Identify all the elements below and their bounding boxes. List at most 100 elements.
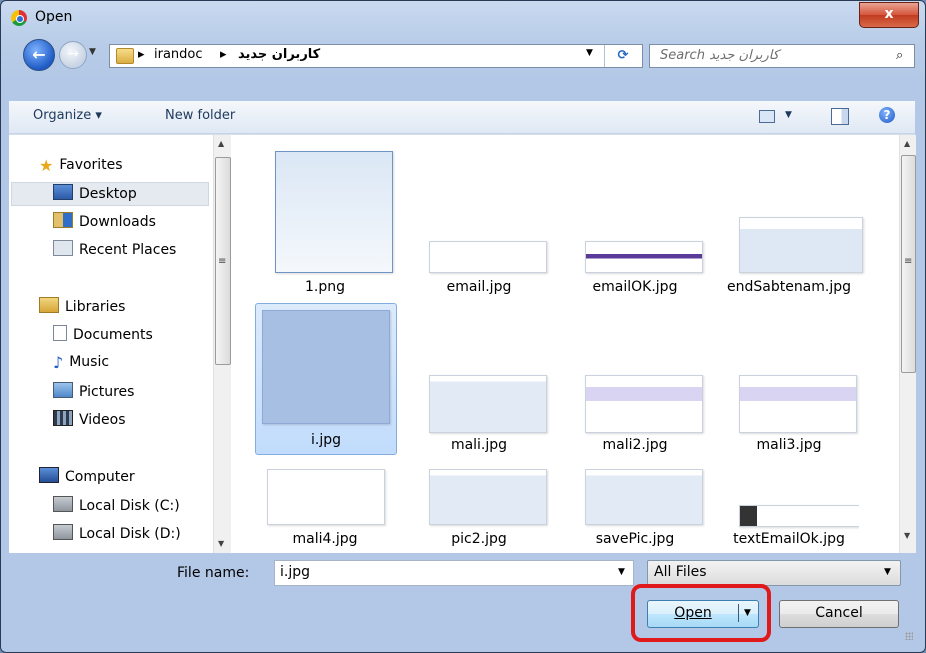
file-name-dropdown-icon[interactable]: ▼ (618, 567, 625, 577)
navigation-bar: ← → ▼ ▸ irandoc ▸ کاربران جدید ▼ ⟳ Searc… (1, 37, 925, 73)
file-name: 1.png (304, 279, 345, 295)
file-name-value: i.jpg (280, 564, 311, 580)
resize-grip-icon[interactable] (905, 632, 913, 640)
scroll-down-icon[interactable]: ▼ (218, 539, 224, 548)
file-thumbnail (739, 375, 857, 433)
file-name: textEmailOk.jpg (733, 531, 845, 547)
file-item[interactable]: pic2.jpg (409, 469, 549, 553)
person-placeholder-icon (262, 310, 390, 424)
nav-computer[interactable]: Computer (39, 467, 135, 485)
nav-item-label: Videos (79, 412, 126, 428)
file-item[interactable]: savePic.jpg (565, 469, 705, 553)
search-icon[interactable]: ⌕ (896, 48, 903, 63)
file-thumbnail (275, 151, 393, 273)
address-dropdown-icon[interactable]: ▼ (586, 48, 593, 58)
view-options-dropdown-icon[interactable]: ▼ (785, 110, 792, 120)
nav-favorites[interactable]: ★ Favorites (39, 156, 123, 175)
help-icon[interactable]: ? (879, 107, 895, 123)
file-item[interactable]: emailOK.jpg (565, 135, 705, 295)
nav-item-label: Recent Places (79, 242, 177, 258)
file-type-select[interactable]: All Files ▼ (647, 560, 901, 586)
nav-item-local-disk-c[interactable]: Local Disk (C:) (53, 496, 180, 514)
nav-item-downloads[interactable]: Downloads (53, 212, 156, 230)
file-thumbnail (267, 469, 385, 525)
drive-d-icon (53, 524, 73, 540)
grip-icon: ≡ (904, 256, 913, 267)
breadcrumb-separator[interactable]: ▸ (220, 47, 227, 62)
file-item[interactable]: mali4.jpg (255, 469, 395, 553)
recent-places-icon (53, 240, 73, 256)
file-name: mali3.jpg (756, 437, 822, 453)
file-thumbnail (585, 241, 703, 273)
organize-button[interactable]: Organize ▾ (33, 108, 102, 123)
breadcrumb-current-folder[interactable]: کاربران جدید (238, 47, 320, 62)
title-bar: Open x (1, 1, 925, 35)
refresh-icon[interactable]: ⟳ (604, 45, 641, 67)
nav-item-music[interactable]: ♪ Music (53, 353, 110, 372)
nav-item-label: Documents (73, 327, 153, 343)
nav-item-label: Local Disk (D:) (79, 526, 181, 542)
file-item[interactable]: email.jpg (409, 135, 549, 295)
recent-pages-dropdown[interactable]: ▼ (89, 47, 96, 57)
window-title: Open (35, 9, 73, 25)
file-type-dropdown-icon[interactable]: ▼ (884, 567, 891, 577)
libraries-icon (39, 297, 59, 313)
file-item[interactable]: textEmailOk.jpg (719, 469, 859, 553)
file-item[interactable]: mali3.jpg (719, 303, 859, 453)
nav-libraries[interactable]: Libraries (39, 297, 125, 315)
file-type-value: All Files (654, 564, 707, 580)
file-name: email.jpg (446, 279, 512, 295)
nav-item-pictures[interactable]: Pictures (53, 382, 134, 400)
file-item[interactable]: endSabtenam.jpg (719, 135, 863, 295)
forward-button[interactable]: → (59, 41, 87, 69)
scroll-up-icon[interactable]: ▲ (904, 139, 910, 148)
command-toolbar: Organize ▾ New folder ▼ ? (9, 101, 915, 134)
close-button[interactable]: x (859, 2, 919, 28)
file-item-selected[interactable]: i.jpg (255, 303, 397, 455)
nav-scrollbar[interactable]: ▲ ≡ ▼ (213, 135, 231, 553)
file-name: mali2.jpg (602, 437, 668, 453)
file-name: savePic.jpg (595, 531, 675, 547)
scroll-up-icon[interactable]: ▲ (218, 139, 224, 148)
file-item[interactable]: mali2.jpg (565, 303, 705, 453)
nav-libraries-label: Libraries (65, 299, 126, 315)
videos-icon (53, 410, 73, 426)
open-button[interactable]: Open ▼ (647, 600, 759, 628)
nav-item-local-disk-d[interactable]: Local Disk (D:) (53, 524, 181, 542)
breadcrumb-separator[interactable]: ▸ (138, 47, 145, 62)
nav-item-label: Music (69, 354, 110, 370)
nav-item-videos[interactable]: Videos (53, 410, 126, 428)
file-name-input[interactable]: i.jpg ▼ (274, 560, 634, 586)
chrome-icon (11, 10, 27, 26)
open-dialog: Open x ← → ▼ ▸ irandoc ▸ کاربران جدید ▼ … (0, 0, 926, 653)
file-name: i.jpg (310, 432, 341, 448)
cancel-button[interactable]: Cancel (779, 600, 899, 628)
drive-c-icon (53, 496, 73, 512)
desktop-icon (53, 184, 73, 200)
open-options-dropdown-icon[interactable]: ▼ (744, 601, 751, 625)
downloads-icon (53, 212, 73, 228)
address-bar[interactable]: ▸ irandoc ▸ کاربران جدید ▼ ⟳ (109, 44, 643, 68)
file-list: 1.png email.jpg emailOK.jpg endSabtenam.… (245, 135, 897, 553)
file-name: endSabtenam.jpg (726, 279, 852, 295)
file-thumbnail (739, 505, 859, 527)
breadcrumb-irandoc[interactable]: irandoc (154, 47, 203, 62)
search-input[interactable]: Search کاربران جدید ⌕ (649, 44, 915, 68)
file-name: mali.jpg (450, 437, 508, 453)
pictures-icon (53, 382, 73, 398)
back-button[interactable]: ← (23, 39, 55, 71)
file-thumbnail (739, 217, 863, 273)
file-name: emailOK.jpg (592, 279, 678, 295)
scroll-down-icon[interactable]: ▼ (904, 531, 910, 540)
file-item[interactable]: 1.png (255, 135, 395, 295)
nav-item-desktop[interactable]: Desktop (53, 184, 137, 202)
nav-item-recent-places[interactable]: Recent Places (53, 240, 176, 258)
file-item[interactable]: mali.jpg (409, 303, 549, 453)
change-view-icon[interactable] (759, 110, 775, 123)
new-folder-button[interactable]: New folder (165, 108, 235, 123)
nav-item-documents[interactable]: Documents (53, 325, 153, 343)
open-button-label: Open (674, 605, 712, 621)
preview-pane-icon[interactable] (831, 108, 849, 125)
files-scrollbar[interactable]: ▲ ≡ ▼ (899, 135, 916, 553)
music-icon: ♪ (53, 353, 64, 372)
